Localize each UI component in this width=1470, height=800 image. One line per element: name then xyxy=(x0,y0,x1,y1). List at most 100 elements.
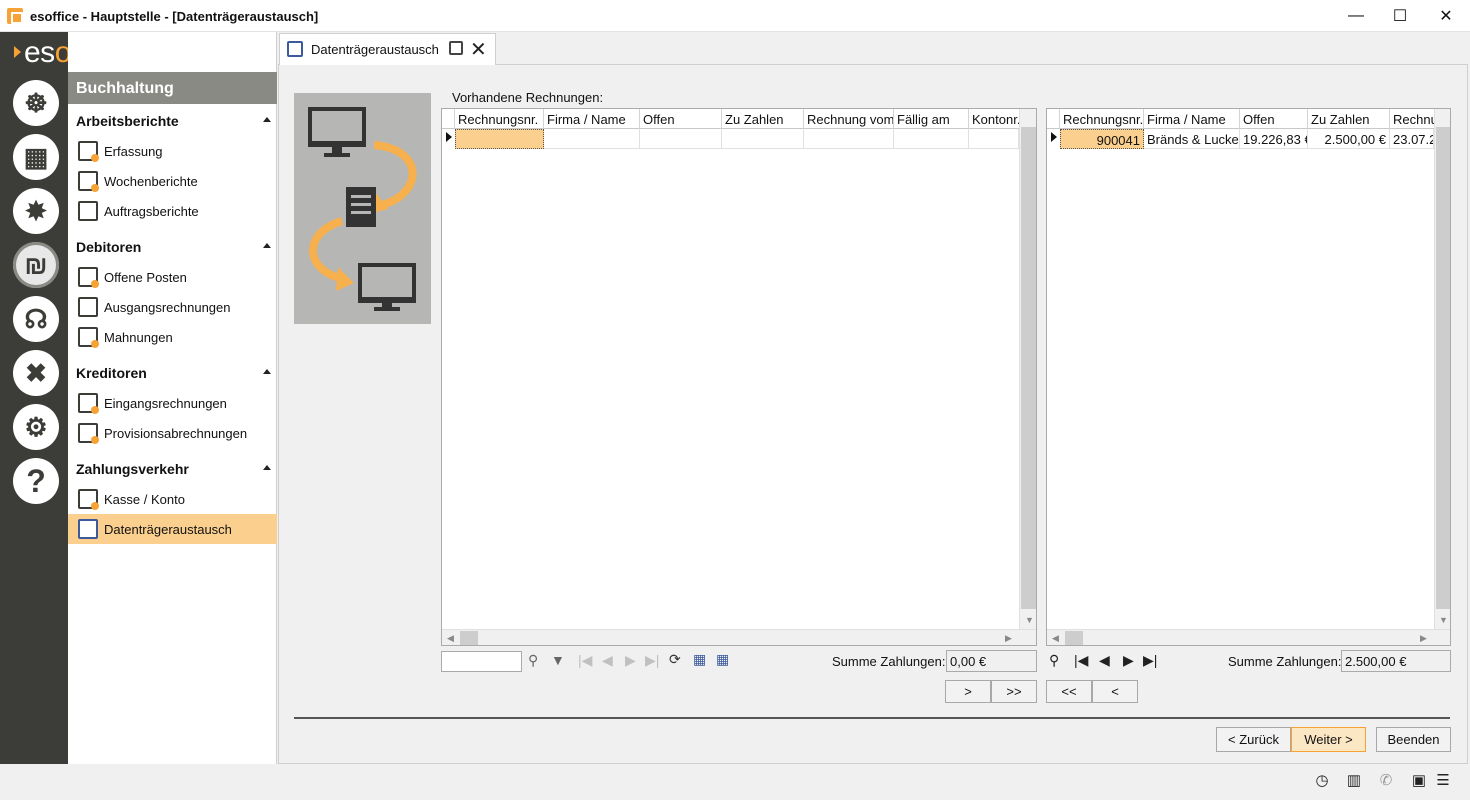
scroll-right-icon[interactable]: ▶ xyxy=(1005,633,1012,644)
scroll-down-icon[interactable]: ▼ xyxy=(1025,615,1034,625)
scroll-right-icon[interactable]: ▶ xyxy=(1420,633,1427,644)
rail-money-icon[interactable]: ₪ xyxy=(13,242,59,288)
filter-icon[interactable]: ▼ xyxy=(551,652,565,668)
table-cell[interactable] xyxy=(894,129,969,149)
nav-item-datentraegeraustausch[interactable]: Datenträgeraustausch xyxy=(68,514,277,544)
scroll-thumb[interactable] xyxy=(1021,127,1036,609)
horizontal-scrollbar[interactable]: ◀ ▶ xyxy=(1047,629,1450,645)
nav-item-erfassung[interactable]: Erfassung xyxy=(68,136,277,166)
nav-section-debitoren[interactable]: Debitoren xyxy=(68,232,277,260)
scroll-thumb[interactable] xyxy=(1065,631,1083,645)
table-cell[interactable]: Bränds & Lucker xyxy=(1144,129,1240,149)
collapse-arrow-icon xyxy=(263,243,271,248)
rail-tools-icon[interactable]: ✖ xyxy=(13,350,59,396)
horizontal-scrollbar[interactable]: ◀ ▶ xyxy=(442,629,1036,645)
column-header[interactable]: Rechnung vom xyxy=(804,109,894,129)
column-header[interactable]: Rechnungsnr. xyxy=(455,109,544,129)
nav-item-provisionsabrechnungen[interactable]: Provisionsabrechnungen xyxy=(68,418,277,448)
table-cell[interactable] xyxy=(722,129,804,149)
column-header[interactable]: Firma / Name xyxy=(544,109,640,129)
scroll-thumb[interactable] xyxy=(460,631,478,645)
column-header[interactable]: Kontonr. xyxy=(969,109,1019,129)
transfer-diagram-icon xyxy=(308,107,417,311)
nav-item-mahnungen[interactable]: Mahnungen xyxy=(68,322,277,352)
table-cell[interactable] xyxy=(640,129,722,149)
vertical-scrollbar[interactable]: ▼ xyxy=(1019,109,1036,629)
table-cell[interactable]: 23.07.2 xyxy=(1390,129,1434,149)
nav-section-arbeitsberichte[interactable]: Arbeitsberichte xyxy=(68,106,277,134)
rail-helm-icon[interactable]: ☸ xyxy=(13,80,59,126)
column-header[interactable]: Rechnu xyxy=(1390,109,1434,129)
finish-button[interactable]: Beenden xyxy=(1376,727,1451,752)
column-header[interactable]: Offen xyxy=(1240,109,1308,129)
first-record-icon[interactable]: |◀ xyxy=(578,652,592,669)
table-cell[interactable] xyxy=(455,129,544,149)
scroll-thumb[interactable] xyxy=(1436,127,1450,609)
phone-icon[interactable]: ✆ xyxy=(1377,771,1395,789)
previous-record-icon[interactable]: ◀ xyxy=(1099,652,1110,669)
rail-headset-icon[interactable]: ☊ xyxy=(13,296,59,342)
move-right-button[interactable]: > xyxy=(945,680,991,703)
database-icon[interactable]: ☰ xyxy=(1434,771,1452,789)
move-all-right-button[interactable]: >> xyxy=(991,680,1037,703)
search-icon[interactable]: ⚲ xyxy=(528,652,538,669)
nav-item-wochenberichte[interactable]: Wochenberichte xyxy=(68,166,277,196)
row-indicator-header xyxy=(1047,109,1060,129)
refresh-icon[interactable]: ⟳ xyxy=(669,651,681,668)
table-cell[interactable] xyxy=(804,129,894,149)
nav-item-auftragsberichte[interactable]: Auftragsberichte xyxy=(68,196,277,226)
rail-gears-icon[interactable]: ⚙ xyxy=(13,404,59,450)
close-window-button[interactable]: ✕ xyxy=(1423,0,1469,32)
next-record-icon[interactable]: ▶ xyxy=(1123,652,1134,669)
column-header[interactable]: Firma / Name xyxy=(1144,109,1240,129)
column-header[interactable]: Offen xyxy=(640,109,722,129)
scroll-left-icon[interactable]: ◀ xyxy=(1052,633,1059,644)
export-icon[interactable]: ▦ xyxy=(693,651,706,668)
table-cell[interactable]: 900041 xyxy=(1060,129,1144,149)
move-all-left-button[interactable]: << xyxy=(1046,680,1092,703)
brand-chevron-icon xyxy=(14,46,21,58)
previous-record-icon[interactable]: ◀ xyxy=(602,652,613,669)
back-button[interactable]: < Zurück xyxy=(1216,727,1291,752)
stopwatch-icon[interactable]: ◷ xyxy=(1313,771,1331,789)
table-cell[interactable] xyxy=(969,129,1019,149)
next-button[interactable]: Weiter > xyxy=(1291,727,1366,752)
table-cell[interactable]: 19.226,83 € xyxy=(1240,129,1308,149)
column-header[interactable]: Rechnungsnr. xyxy=(1060,109,1144,129)
search-icon[interactable]: ⚲ xyxy=(1049,652,1059,669)
move-left-button[interactable]: < xyxy=(1092,680,1138,703)
collapse-arrow-icon xyxy=(263,369,271,374)
minimize-button[interactable]: — xyxy=(1333,0,1379,32)
nav-item-eingangsrechnungen[interactable]: Eingangsrechnungen xyxy=(68,388,277,418)
rail-alarm-icon[interactable]: ✸ xyxy=(13,188,59,234)
tab-close-icon[interactable]: ✕ xyxy=(470,37,487,62)
nav-item-kasse-konto[interactable]: Kasse / Konto xyxy=(68,484,277,514)
nav-section-zahlungsverkehr[interactable]: Zahlungsverkehr xyxy=(68,454,277,482)
building-icon[interactable]: ▥ xyxy=(1345,771,1363,789)
last-record-icon[interactable]: ▶| xyxy=(1143,652,1157,669)
rail-calendar-icon[interactable]: ▦ xyxy=(13,134,59,180)
search-input[interactable] xyxy=(441,651,522,672)
popout-icon[interactable] xyxy=(449,41,463,55)
scroll-left-icon[interactable]: ◀ xyxy=(447,633,454,644)
row-indicator-header xyxy=(442,109,455,129)
next-record-icon[interactable]: ▶ xyxy=(625,652,636,669)
column-header[interactable]: Zu Zahlen xyxy=(722,109,804,129)
table-cell[interactable] xyxy=(544,129,640,149)
maximize-button[interactable]: ☐ xyxy=(1377,0,1423,32)
nav-item-ausgangsrechnungen[interactable]: Ausgangsrechnungen xyxy=(68,292,277,322)
vertical-scrollbar[interactable]: ▼ xyxy=(1434,109,1450,629)
table-cell[interactable]: 2.500,00 € xyxy=(1308,129,1390,149)
column-header[interactable]: Fällig am xyxy=(894,109,969,129)
selected-invoices-grid[interactable]: Rechnungsnr. Firma / Name Offen Zu Zahle… xyxy=(1046,108,1451,646)
first-record-icon[interactable]: |◀ xyxy=(1074,652,1088,669)
nav-item-offene-posten[interactable]: Offene Posten xyxy=(68,262,277,292)
last-record-icon[interactable]: ▶| xyxy=(645,652,659,669)
available-invoices-grid[interactable]: Rechnungsnr. Firma / Name Offen Zu Zahle… xyxy=(441,108,1037,646)
rail-help-icon[interactable]: ? xyxy=(13,458,59,504)
column-header[interactable]: Zu Zahlen xyxy=(1308,109,1390,129)
nav-section-kreditoren[interactable]: Kreditoren xyxy=(68,358,277,386)
lock-icon[interactable]: ▣ xyxy=(1410,771,1428,789)
settings-grid-icon[interactable]: ▦ xyxy=(716,651,729,668)
scroll-down-icon[interactable]: ▼ xyxy=(1439,615,1448,625)
